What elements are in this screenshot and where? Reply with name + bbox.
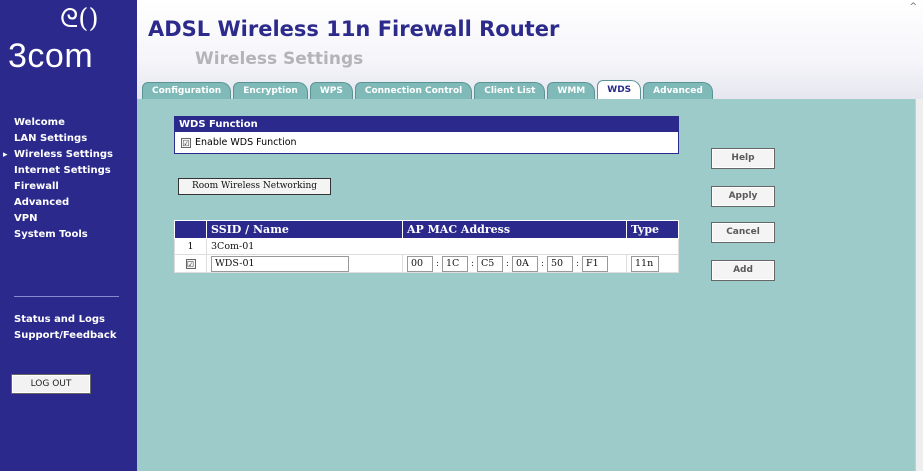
enable-wds-row: ☑ Enable WDS Function — [175, 132, 678, 154]
nav-item-label: System Tools — [14, 229, 88, 240]
tab-wps[interactable]: WPS — [309, 82, 353, 99]
nav-item-label: Advanced — [14, 197, 70, 208]
apply-button[interactable]: Apply — [711, 186, 775, 207]
cancel-button[interactable]: Cancel — [711, 222, 775, 243]
nav-item-label: Firewall — [14, 181, 59, 192]
tab-wmm[interactable]: WMM — [547, 82, 596, 99]
tab-advanced[interactable]: Advanced — [643, 82, 713, 99]
nav-item-advanced[interactable]: Advanced — [0, 195, 137, 211]
nav-item-label: Support/Feedback — [14, 330, 117, 341]
column-header-select — [174, 220, 207, 239]
nav-item-label: LAN Settings — [14, 133, 88, 144]
mac-octet-3-input[interactable]: C5 — [477, 255, 503, 272]
row-index: 1 — [174, 238, 207, 255]
mac-octet-6-input[interactable]: F1 — [582, 255, 608, 272]
ssid-input[interactable]: WDS-01 — [211, 255, 349, 272]
table-header-row: SSID / Name AP MAC Address Type — [174, 220, 679, 239]
nav-item-system-tools[interactable]: System Tools — [0, 227, 137, 243]
mac-separator: : — [435, 258, 440, 269]
mac-separator: : — [540, 258, 545, 269]
room-wireless-networking-button[interactable]: Room Wireless Networking — [178, 178, 331, 195]
enable-wds-label: Enable WDS Function — [195, 137, 297, 148]
table-row: 1 3Com-01 — [174, 238, 679, 255]
mac-octet-1-input[interactable]: 00 — [407, 255, 433, 272]
nav-item-label: Internet Settings — [14, 165, 111, 176]
tab-client-list[interactable]: Client List — [474, 82, 546, 99]
tab-configuration[interactable]: Configuration — [142, 82, 232, 99]
mac-octet-5-input[interactable]: 50 — [547, 255, 573, 272]
wds-function-heading: WDS Function — [175, 117, 678, 132]
type-input[interactable]: 11n — [631, 255, 659, 272]
scroll-up-arrow-icon[interactable]: ^ — [909, 2, 917, 12]
mac-separator: : — [505, 258, 510, 269]
wds-function-panel: WDS Function ☑ Enable WDS Function — [174, 116, 679, 154]
nav-item-support-feedback[interactable]: Support/Feedback — [0, 328, 137, 344]
content-panel: WDS Function ☑ Enable WDS Function Room W… — [137, 99, 915, 471]
tab-wds[interactable]: WDS — [597, 80, 642, 99]
nav-item-label: Welcome — [14, 117, 65, 128]
mac-octet-2-input[interactable]: 1C — [442, 255, 468, 272]
mac-octet-4-input[interactable]: 0A — [512, 255, 538, 272]
nav-item-label: Wireless Settings — [14, 149, 113, 160]
nav-item-welcome[interactable]: Welcome — [0, 115, 137, 131]
mac-separator: : — [575, 258, 580, 269]
nav-item-status-and-logs[interactable]: Status and Logs — [0, 312, 137, 328]
page-title: ADSL Wireless 11n Firewall Router — [148, 17, 560, 41]
logo-glyph-icon: ᘓ() — [60, 4, 99, 34]
nav-item-label: Status and Logs — [14, 314, 105, 325]
sidebar-nav: ᘓ() 3com Welcome LAN Settings ▸ Wireless … — [0, 0, 137, 471]
page-header: ADSL Wireless 11n Firewall Router Wirele… — [137, 0, 923, 99]
wds-ap-table: SSID / Name AP MAC Address Type 1 3Com-0… — [174, 220, 679, 273]
mac-cell: 00:1C: C5:0A:50: F1 — [402, 254, 627, 273]
nav-item-wireless-settings[interactable]: ▸ Wireless Settings — [0, 147, 137, 163]
help-button[interactable]: Help — [711, 148, 775, 169]
enable-wds-checkbox[interactable]: ☑ — [181, 138, 191, 148]
nav-secondary-list: Status and Logs Support/Feedback — [0, 312, 137, 344]
row-ssid: 3Com-01 — [206, 238, 679, 255]
nav-primary-list: Welcome LAN Settings ▸ Wireless Settings … — [0, 115, 137, 243]
tab-connection-control[interactable]: Connection Control — [354, 82, 473, 99]
column-header-mac: AP MAC Address — [402, 220, 627, 239]
logo-text: 3com — [8, 37, 94, 75]
logout-button[interactable]: LOG OUT — [11, 374, 91, 394]
current-arrow-icon: ▸ — [3, 150, 8, 160]
column-header-type: Type — [626, 220, 679, 239]
mac-separator: : — [470, 258, 475, 269]
nav-item-internet-settings[interactable]: Internet Settings — [0, 163, 137, 179]
nav-item-label: VPN — [14, 213, 38, 224]
nav-item-firewall[interactable]: Firewall — [0, 179, 137, 195]
column-header-ssid: SSID / Name — [206, 220, 403, 239]
tab-strip: Configuration Encryption WPS Connection Con… — [142, 80, 715, 99]
table-row-new-entry: ☑ WDS-01 00:1C: C5:0A:50: F1 11n — [174, 254, 679, 273]
tab-encryption[interactable]: Encryption — [233, 82, 308, 99]
nav-divider — [14, 296, 119, 297]
brand-logo: ᘓ() 3com — [0, 0, 137, 100]
nav-item-lan-settings[interactable]: LAN Settings — [0, 131, 137, 147]
row-select-cell: ☑ — [174, 254, 207, 273]
type-cell: 11n — [626, 254, 679, 273]
add-button[interactable]: Add — [711, 260, 775, 281]
section-title: Wireless Settings — [195, 49, 364, 69]
ssid-cell: WDS-01 — [206, 254, 403, 273]
vertical-scrollbar[interactable] — [915, 99, 923, 471]
row-select-checkbox[interactable]: ☑ — [185, 259, 196, 269]
nav-item-vpn[interactable]: VPN — [0, 211, 137, 227]
